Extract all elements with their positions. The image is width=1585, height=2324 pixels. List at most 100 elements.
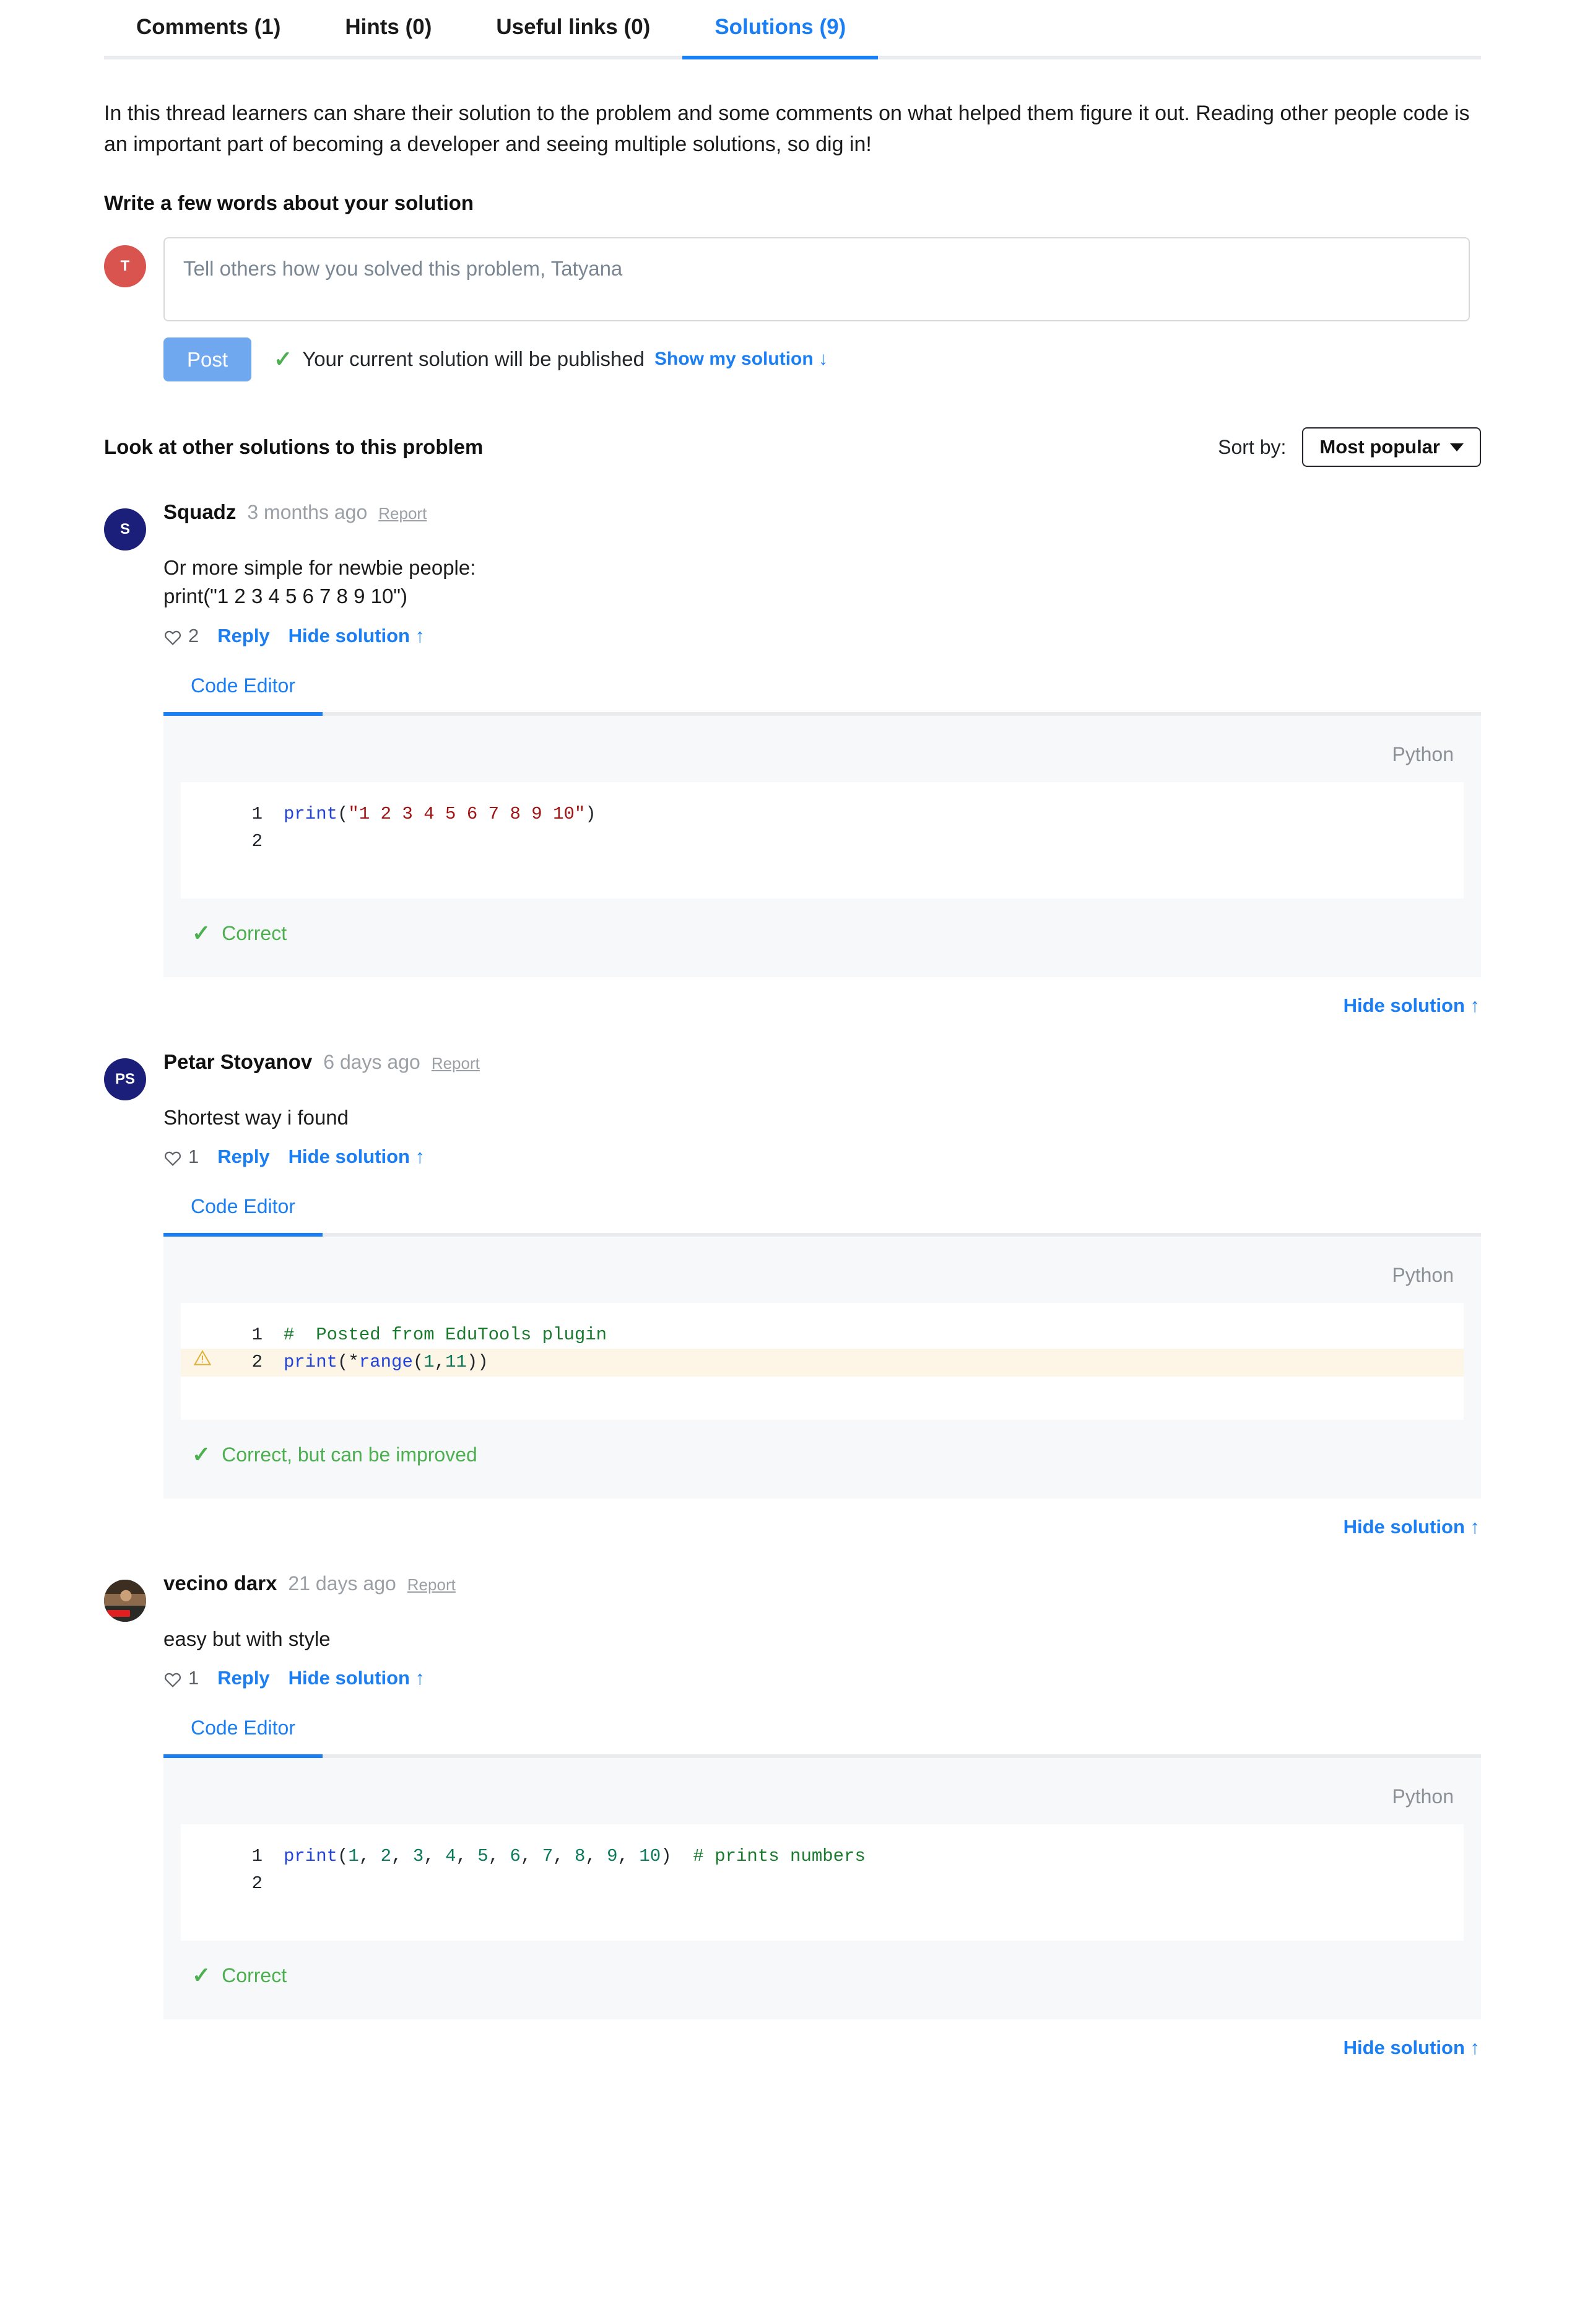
tab-code-editor[interactable]: Code Editor [163,674,323,716]
sort-dropdown[interactable]: Most popular [1302,427,1481,468]
check-icon: ✓ [192,1442,211,1468]
hide-solution-link-bottom[interactable]: Hide solution ↑ [1344,2037,1480,2058]
editor-tab-label: Code Editor [191,1716,295,1739]
report-link[interactable]: Report [432,1054,480,1073]
editor-panel: Python 1 print(1, 2, 3, 4, 5, 6, 7, 8, 9, … [163,1757,1481,2019]
reply-link[interactable]: Reply [217,625,269,647]
solution-timestamp: 6 days ago [323,1050,420,1073]
solution-author: Squadz [163,500,237,524]
publish-status-text: Your current solution will be published [302,347,645,371]
like-button[interactable]: 2 [163,625,199,647]
page-content: In this thread learners can share their … [0,98,1585,2059]
tab-list: Comments (1) Hints (0) Useful links (0) Sol… [104,6,1481,59]
code-token: , [553,1845,575,1866]
like-count: 2 [188,624,199,646]
hide-solution-link-inline[interactable]: Hide solution ↑ [289,1667,425,1689]
code-token: 3 [412,1845,424,1866]
code-token: * [348,1351,359,1372]
code-token: ) [585,803,596,824]
reply-link[interactable]: Reply [217,1667,269,1689]
code-editor-section: Code Editor Python 1 print("1 2 3 4 5 6 7 8… [163,674,1481,1017]
code-token: 7 [542,1845,554,1866]
avatar-current-user: T [104,245,146,287]
solution-header: S Squadz 3 months ago Report Or more simple … [104,500,1481,646]
code-token: # Posted from EduTools plugin [284,1324,607,1345]
solution-meta: Petar Stoyanov 6 days ago Report [163,1050,1481,1092]
code-token: 2 [380,1845,392,1866]
tab-label: Hints (0) [345,15,432,39]
code-area[interactable]: 1 # Posted from EduTools plugin 2 print(*ra… [181,1302,1464,1420]
status-text: Correct [222,921,287,944]
code-token: 5 [477,1845,489,1866]
editor-tab-label: Code Editor [191,674,295,697]
thread-intro: In this thread learners can share their … [104,102,1470,157]
report-link[interactable]: Report [378,504,427,523]
hide-solution-link-inline[interactable]: Hide solution ↑ [289,1146,425,1168]
reply-link[interactable]: Reply [217,1146,269,1168]
post-button[interactable]: Post [163,337,252,382]
solution-text: Shortest way i found [163,1105,349,1129]
code-token: 1 [423,1351,435,1372]
line-number: 2 [251,830,263,851]
check-icon: ✓ [192,1962,211,1988]
editor-tab-label: Code Editor [191,1195,295,1217]
code-token: 9 [607,1845,618,1866]
line-number: 1 [251,1324,263,1345]
code-token: # prints numbers [693,1845,866,1866]
compose-form: T Post ✓ Your current solution will be p… [104,237,1481,382]
avatar-initials: S [104,508,146,551]
code-token: print [284,803,338,824]
solution-author: vecino darx [163,1571,277,1595]
code-line: 1 print(1, 2, 3, 4, 5, 6, 7, 8, 9, 10) # … [181,1843,1464,1870]
solutions-list: S Squadz 3 months ago Report Or more simple … [104,500,1481,2059]
editor-language-label: Python [1392,742,1454,765]
hide-solution-link-inline[interactable]: Hide solution ↑ [289,625,425,647]
code-token: 8 [574,1845,586,1866]
tab-useful-links[interactable]: Useful links (0) [464,6,682,56]
hide-solution-link-bottom[interactable]: Hide solution ↑ [1344,994,1480,1016]
editor-tab-list: Code Editor [163,1717,1481,1758]
solution-comment-input[interactable] [163,237,1470,321]
tab-code-editor[interactable]: Code Editor [163,1195,323,1237]
tab-comments[interactable]: Comments (1) [104,6,313,56]
code-content: # Posted from EduTools plugin [263,1321,607,1349]
solution-header: PS Petar Stoyanov 6 days ago Report Shortest… [104,1050,1481,1168]
hide-solution-row: Hide solution ↑ [163,2037,1481,2059]
code-token: ( [337,1351,349,1372]
solution-text: Or more simple for newbie people: print(… [163,556,476,608]
code-area[interactable]: 1 print("1 2 3 4 5 6 7 8 9 10") 2 [181,781,1464,899]
code-token: ) [661,1845,693,1866]
like-button[interactable]: 1 [163,1146,199,1168]
solution-item: S Squadz 3 months ago Report Or more simple … [104,500,1481,1016]
solution-body: vecino darx 21 days ago Report easy but wit… [163,1572,1481,1689]
code-token: , [488,1845,510,1866]
code-token: , [434,1351,446,1372]
show-my-solution-link[interactable]: Show my solution ↓ [654,349,828,370]
code-token: )) [466,1351,489,1372]
tab-label: Comments (1) [136,15,281,39]
like-button[interactable]: 1 [163,1667,199,1689]
solution-author: Petar Stoyanov [163,1050,313,1073]
status-text: Correct, but can be improved [222,1443,477,1466]
code-content: print(1, 2, 3, 4, 5, 6, 7, 8, 9, 10) # p… [263,1843,866,1870]
avatar-initial: S [119,521,130,538]
code-token: , [617,1845,640,1866]
code-area[interactable]: 1 print(1, 2, 3, 4, 5, 6, 7, 8, 9, 10) # … [181,1824,1464,1941]
line-number: 2 [251,1351,263,1372]
code-token: , [391,1845,413,1866]
tab-hints[interactable]: Hints (0) [313,6,464,56]
tab-solutions[interactable]: Solutions (9) [682,6,879,59]
code-token: , [358,1845,381,1866]
report-link[interactable]: Report [407,1575,456,1595]
hide-solution-link-bottom[interactable]: Hide solution ↑ [1344,1516,1480,1538]
heart-icon [163,629,182,647]
avatar-initial: PS [115,1070,135,1087]
solution-item: vecino darx 21 days ago Report easy but wit… [104,1572,1481,2059]
code-token: 6 [510,1845,521,1866]
solution-header: vecino darx 21 days ago Report easy but wit… [104,1572,1481,1689]
solution-actions: 1 Reply Hide solution ↑ [163,1146,1481,1168]
editor-language-label: Python [1392,1263,1454,1286]
solution-text: easy but with style [163,1627,331,1650]
code-token: ( [412,1351,424,1372]
tab-code-editor[interactable]: Code Editor [163,1716,323,1758]
